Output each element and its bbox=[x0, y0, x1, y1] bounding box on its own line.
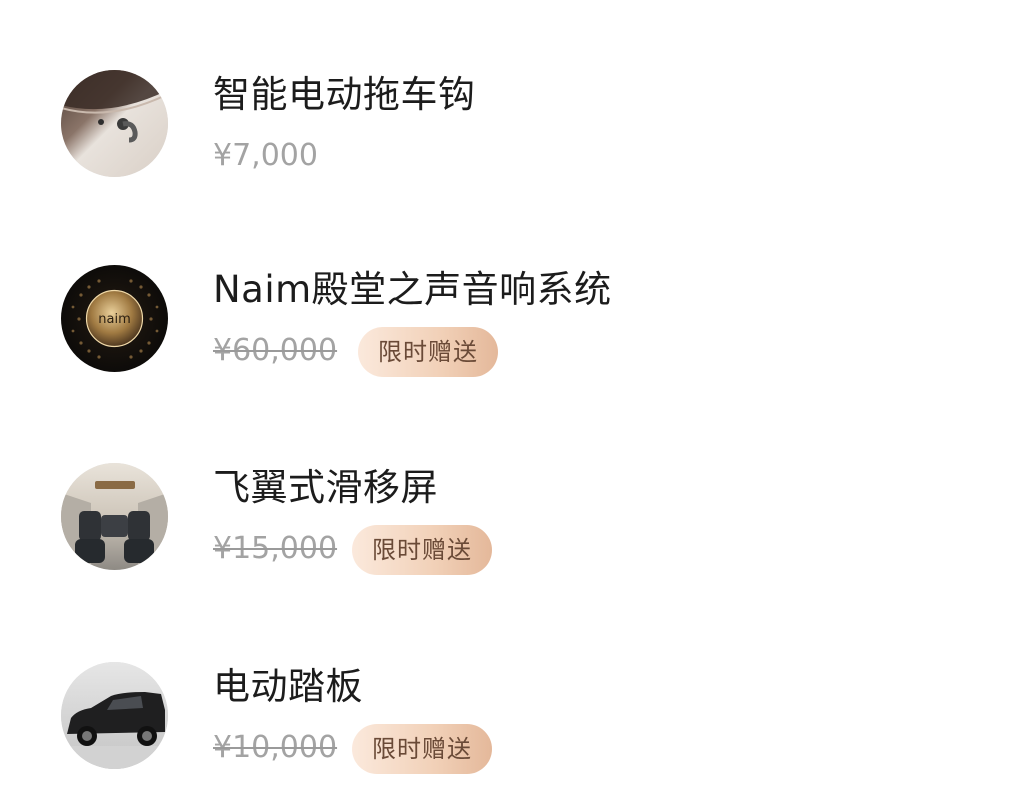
item-price: ¥10,000 bbox=[213, 730, 338, 765]
item-price: ¥7,000 bbox=[213, 138, 318, 173]
speaker-image: naim bbox=[61, 265, 168, 372]
list-item[interactable]: naim Naim殿堂之声音响系统 ¥60,000 限时赠送 bbox=[0, 245, 1024, 395]
item-name: Naim殿堂之声音响系统 bbox=[213, 268, 612, 311]
car-interior-image bbox=[61, 463, 168, 570]
list-item[interactable]: 电动踏板 ¥10,000 限时赠送 bbox=[0, 642, 1024, 792]
item-name: 电动踏板 bbox=[213, 665, 363, 708]
limited-gift-badge: 限时赠送 bbox=[358, 327, 498, 377]
limited-gift-badge: 限时赠送 bbox=[352, 525, 492, 575]
item-name: 飞翼式滑移屏 bbox=[213, 466, 438, 509]
car-side-image bbox=[61, 662, 168, 769]
tow-hook-image bbox=[61, 70, 168, 177]
limited-gift-badge: 限时赠送 bbox=[352, 724, 492, 774]
list-item[interactable]: 飞翼式滑移屏 ¥15,000 限时赠送 bbox=[0, 443, 1024, 593]
list-item[interactable]: 智能电动拖车钩 ¥7,000 bbox=[0, 50, 1024, 200]
naim-logo-text: naim bbox=[98, 312, 130, 327]
accessory-list: 智能电动拖车钩 ¥7,000 naim Naim殿堂之声音响系统 ¥60,000… bbox=[0, 0, 1024, 774]
item-price: ¥60,000 bbox=[213, 333, 338, 368]
item-price: ¥15,000 bbox=[213, 531, 338, 566]
item-name: 智能电动拖车钩 bbox=[213, 73, 476, 116]
